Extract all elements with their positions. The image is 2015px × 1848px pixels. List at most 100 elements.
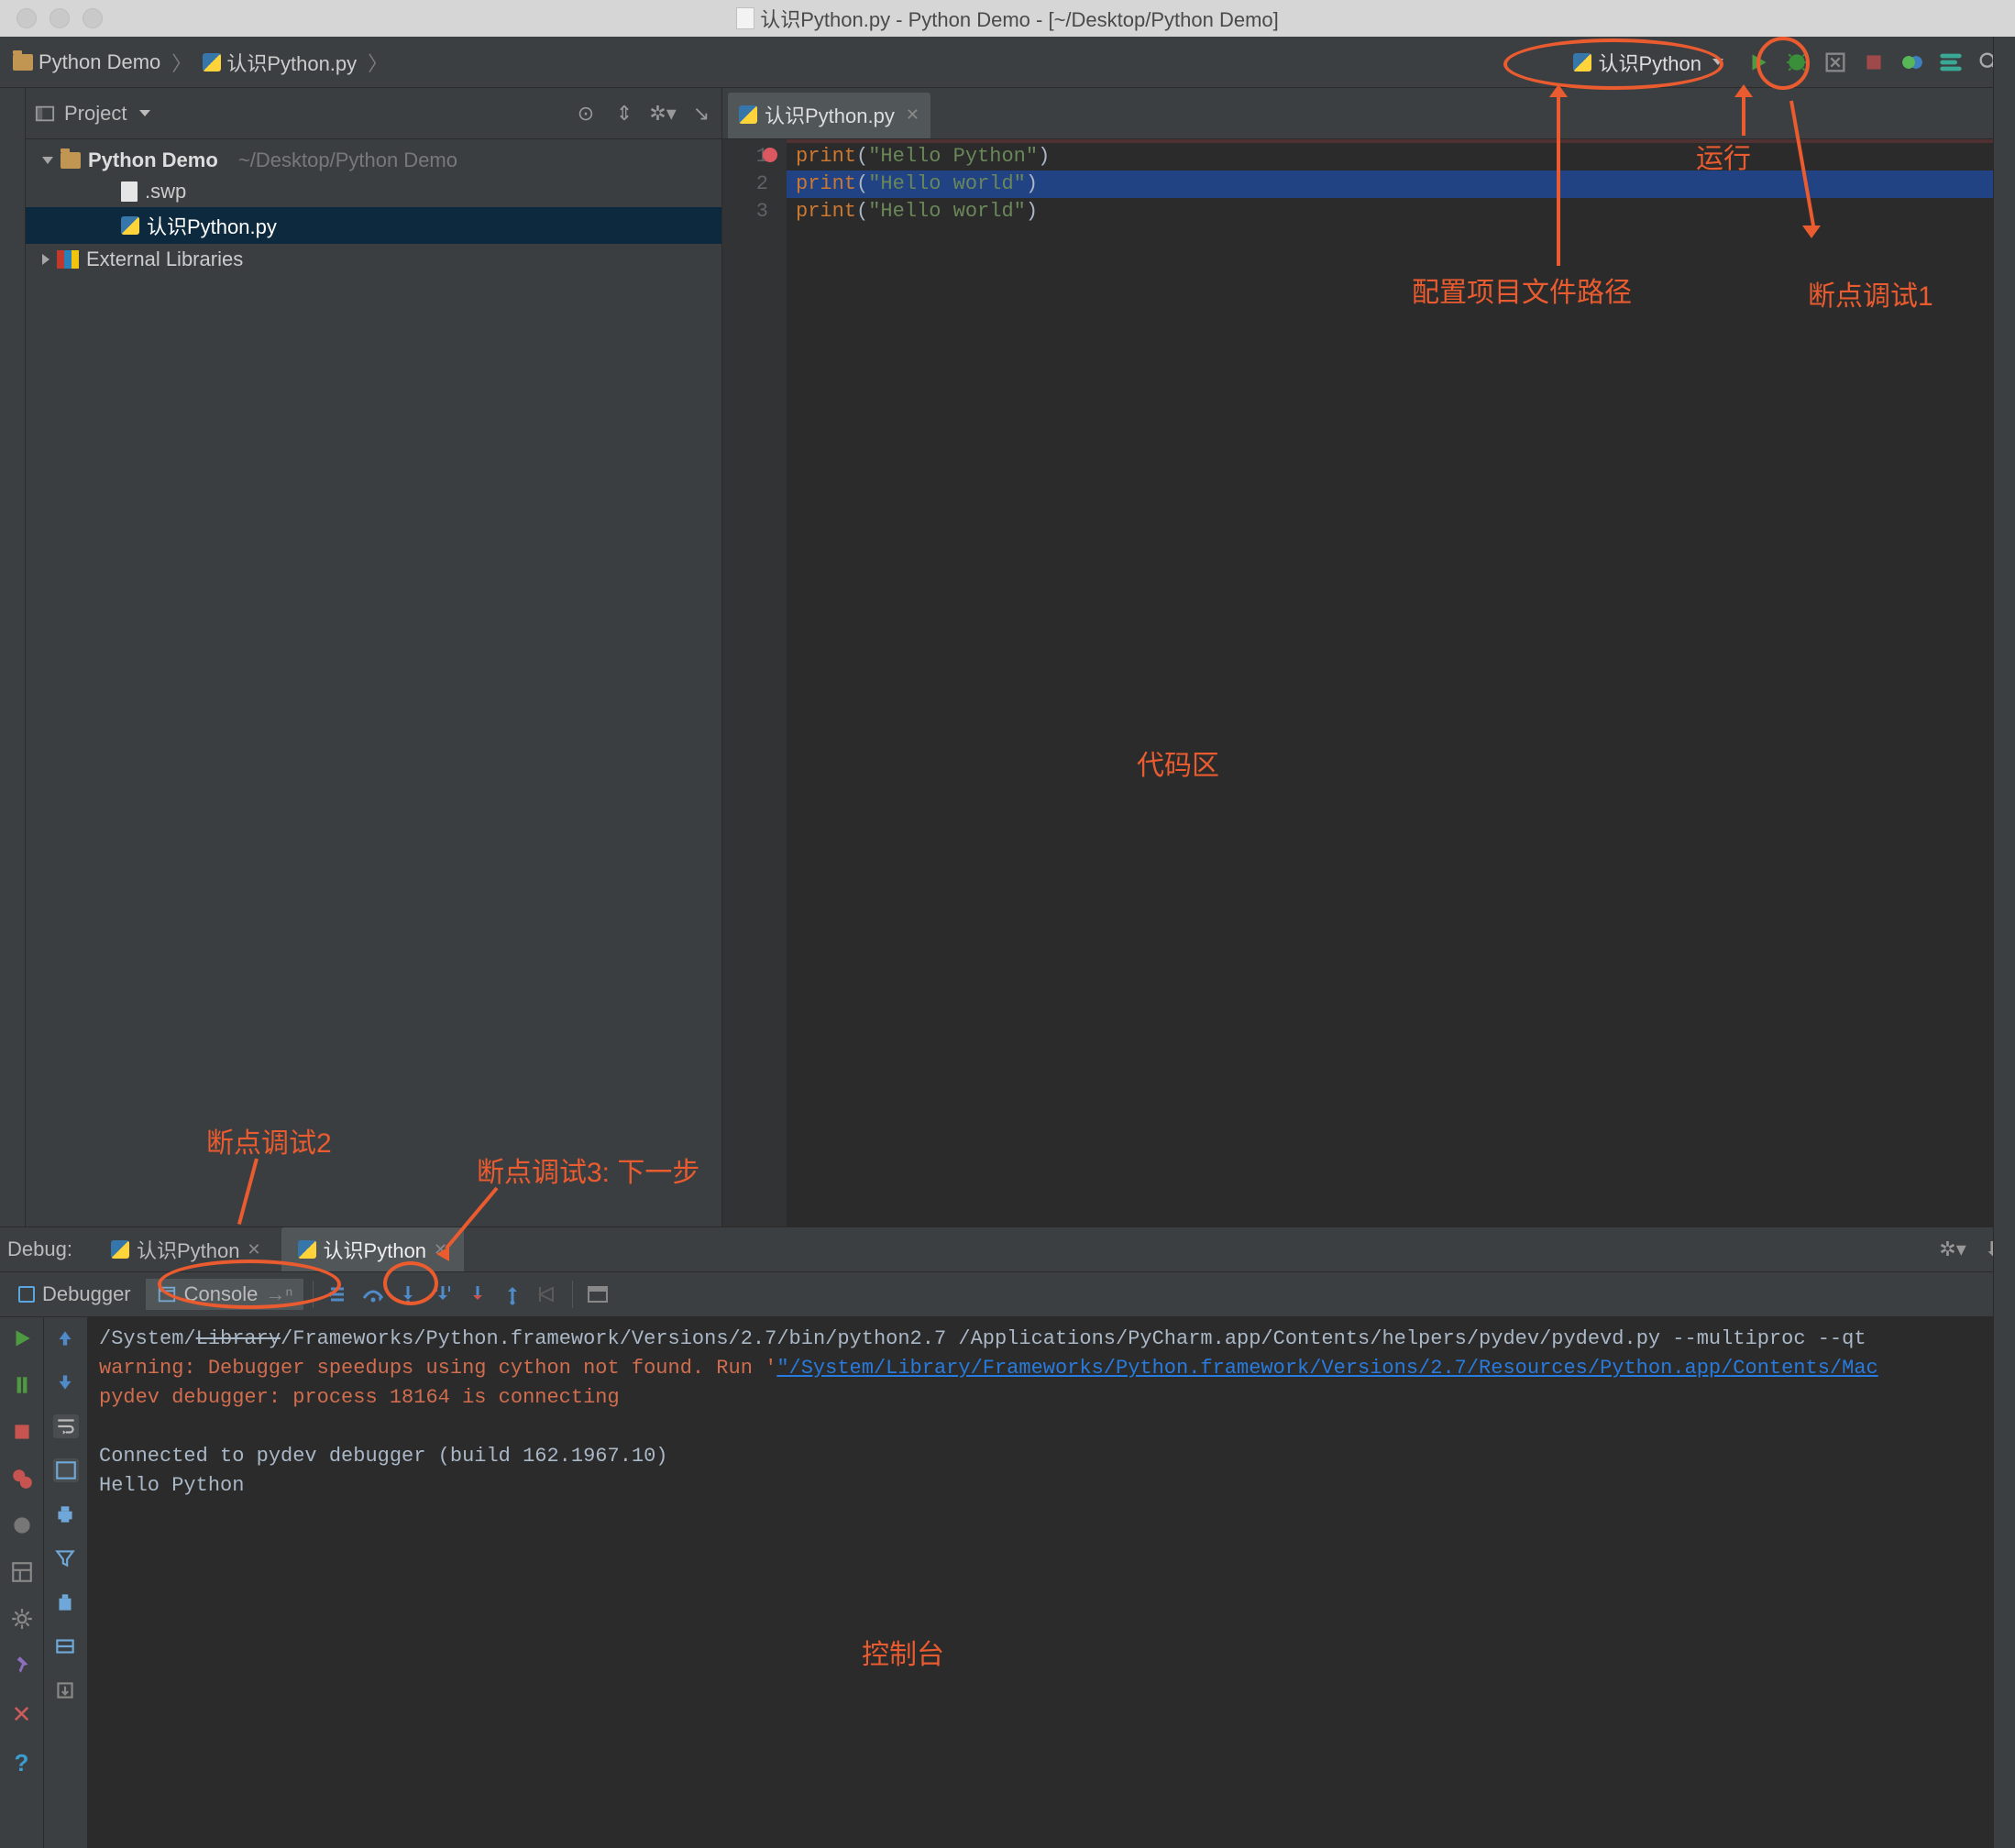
debug-label: Debug: <box>7 1238 72 1261</box>
pin-button[interactable] <box>10 1654 34 1680</box>
tree-file-swp[interactable]: .swp <box>26 176 721 207</box>
gear-icon[interactable]: ✲▾ <box>1942 1238 1964 1260</box>
editor: 认识Python.py ✕ 1 2 3 print("Hello Python"… <box>722 88 2015 1226</box>
run-button[interactable] <box>1745 50 1771 75</box>
pyfile-icon <box>736 7 754 29</box>
tree-external-libs[interactable]: External Libraries <box>26 244 721 275</box>
breadcrumb-file[interactable]: 认识Python.py <box>197 45 362 80</box>
coverage-button[interactable] <box>1822 50 1848 75</box>
show-execution-button[interactable] <box>323 1279 354 1310</box>
console-tab[interactable]: Console →ⁿ <box>146 1279 304 1310</box>
project-tree[interactable]: Python Demo ~/Desktop/Python Demo .swp 认… <box>26 139 721 275</box>
close-icon[interactable]: ✕ <box>434 1240 447 1260</box>
debug-tabs: Debug: 认识Python ✕ 认识Python ✕ ✲▾ ⬇ <box>0 1227 2015 1271</box>
expand-icon[interactable] <box>42 254 50 265</box>
debug-session-tab-active[interactable]: 认识Python ✕ <box>281 1227 465 1271</box>
project-view-icon <box>35 104 55 124</box>
mac-minimize-button[interactable] <box>50 8 70 28</box>
layout-button[interactable] <box>10 1560 34 1587</box>
scroll-end-button[interactable] <box>53 1458 79 1482</box>
line-number: 3 <box>722 198 768 226</box>
locate-icon[interactable]: ⊙ <box>575 103 597 125</box>
editor-gutter[interactable]: 1 2 3 <box>722 139 787 1226</box>
resume-button[interactable] <box>10 1373 34 1400</box>
settings-button[interactable] <box>10 1607 34 1634</box>
step-out-button[interactable] <box>497 1279 528 1310</box>
editor-tabs: 认识Python.py ✕ <box>722 88 2015 139</box>
mac-zoom-button[interactable] <box>83 8 103 28</box>
print-button[interactable] <box>53 1502 79 1526</box>
stop-button[interactable] <box>10 1420 34 1446</box>
help-button[interactable]: ? <box>15 1749 29 1777</box>
python-icon <box>298 1240 316 1259</box>
console-output[interactable]: /System/Library/Frameworks/Python.framew… <box>88 1317 2015 1848</box>
chevron-down-icon[interactable] <box>139 110 150 116</box>
stop-button[interactable] <box>1861 50 1887 75</box>
project-panel-title[interactable]: Project <box>64 102 127 126</box>
project-panel-header: Project ⊙ ⇕ ✲▾ ↘ <box>26 88 721 139</box>
run-to-cursor-button[interactable] <box>532 1279 563 1310</box>
main-area: Project ⊙ ⇕ ✲▾ ↘ Python Demo ~/Desktop/P… <box>0 88 2015 1226</box>
step-into-my-button[interactable] <box>427 1279 458 1310</box>
force-step-button[interactable] <box>462 1279 493 1310</box>
nav-row: Python Demo 〉 认识Python.py 〉 认识Python <box>0 37 2015 88</box>
run-config-selector[interactable]: 认识Python <box>1564 45 1734 80</box>
folder-icon <box>13 54 33 71</box>
breadcrumb: Python Demo 〉 认识Python.py 〉 <box>7 45 388 80</box>
console-row: ✕ ? /System/Library/Frameworks/Python.fr… <box>0 1317 2015 1848</box>
debug-button[interactable] <box>1784 50 1810 75</box>
breakpoint-icon[interactable] <box>763 148 777 162</box>
line-number: 1 <box>722 143 768 170</box>
up-button[interactable] <box>53 1326 79 1350</box>
breadcrumb-project[interactable]: Python Demo <box>7 48 166 77</box>
editor-body[interactable]: 1 2 3 print("Hello Python") print("Hello… <box>722 139 2015 1226</box>
debug-run-column: ✕ ? <box>0 1317 44 1848</box>
soft-wrap-button[interactable] <box>53 1414 79 1438</box>
close-tab-icon[interactable]: ✕ <box>906 105 919 125</box>
mac-close-button[interactable] <box>17 8 37 28</box>
gear-icon[interactable]: ✲▾ <box>652 103 674 125</box>
watch-button[interactable] <box>53 1634 79 1658</box>
debugger-tab[interactable]: Debugger <box>7 1279 142 1310</box>
vcs-button[interactable] <box>1899 50 1925 75</box>
down-button[interactable] <box>53 1370 79 1394</box>
tree-file-py[interactable]: 认识Python.py <box>26 207 721 244</box>
console-icon <box>157 1284 177 1304</box>
debug-toolbar: Debugger Console →ⁿ <box>0 1271 2015 1317</box>
expand-icon[interactable] <box>42 157 53 164</box>
toolbar-right: 认识Python <box>1564 45 2003 80</box>
hide-icon[interactable]: ↘ <box>690 103 712 125</box>
debug-panel: Debug: 认识Python ✕ 认识Python ✕ ✲▾ ⬇ Debugg… <box>0 1226 2015 1848</box>
console-tool-column <box>44 1317 88 1848</box>
collapse-icon[interactable]: ⇕ <box>613 103 635 125</box>
project-panel: Project ⊙ ⇕ ✲▾ ↘ Python Demo ~/Desktop/P… <box>26 88 722 1226</box>
rerun-button[interactable] <box>10 1326 34 1353</box>
clear-button[interactable] <box>53 1590 79 1614</box>
left-gutter <box>0 88 26 1226</box>
mac-titlebar: 认识Python.py - Python Demo - [~/Desktop/P… <box>0 0 2015 37</box>
step-into-button[interactable] <box>392 1279 424 1310</box>
structure-button[interactable] <box>1938 50 1964 75</box>
python-icon <box>203 53 221 72</box>
view-breakpoints-button[interactable] <box>10 1467 34 1493</box>
library-icon <box>57 250 79 269</box>
export-button[interactable] <box>53 1678 79 1702</box>
code-area[interactable]: print("Hello Python") print("Hello world… <box>787 139 1997 1226</box>
step-over-button[interactable] <box>358 1279 389 1310</box>
filter-button[interactable] <box>53 1546 79 1570</box>
breadcrumb-sep: 〉 <box>171 48 192 77</box>
debug-session-tab[interactable]: 认识Python ✕ <box>94 1227 278 1271</box>
chevron-down-icon <box>1712 59 1723 65</box>
frames-icon <box>18 1286 35 1303</box>
line-number: 2 <box>722 170 768 198</box>
editor-tab[interactable]: 认识Python.py ✕ <box>728 93 930 138</box>
right-gutter <box>1993 37 2015 1848</box>
evaluate-button[interactable] <box>582 1279 613 1310</box>
file-icon <box>121 182 138 202</box>
mute-breakpoints-button[interactable] <box>10 1513 34 1540</box>
close-icon[interactable]: ✕ <box>247 1240 260 1260</box>
close-button[interactable]: ✕ <box>12 1700 32 1729</box>
tree-root[interactable]: Python Demo ~/Desktop/Python Demo <box>26 145 721 176</box>
breadcrumb-sep: 〉 <box>368 48 388 77</box>
python-icon <box>1573 53 1591 72</box>
